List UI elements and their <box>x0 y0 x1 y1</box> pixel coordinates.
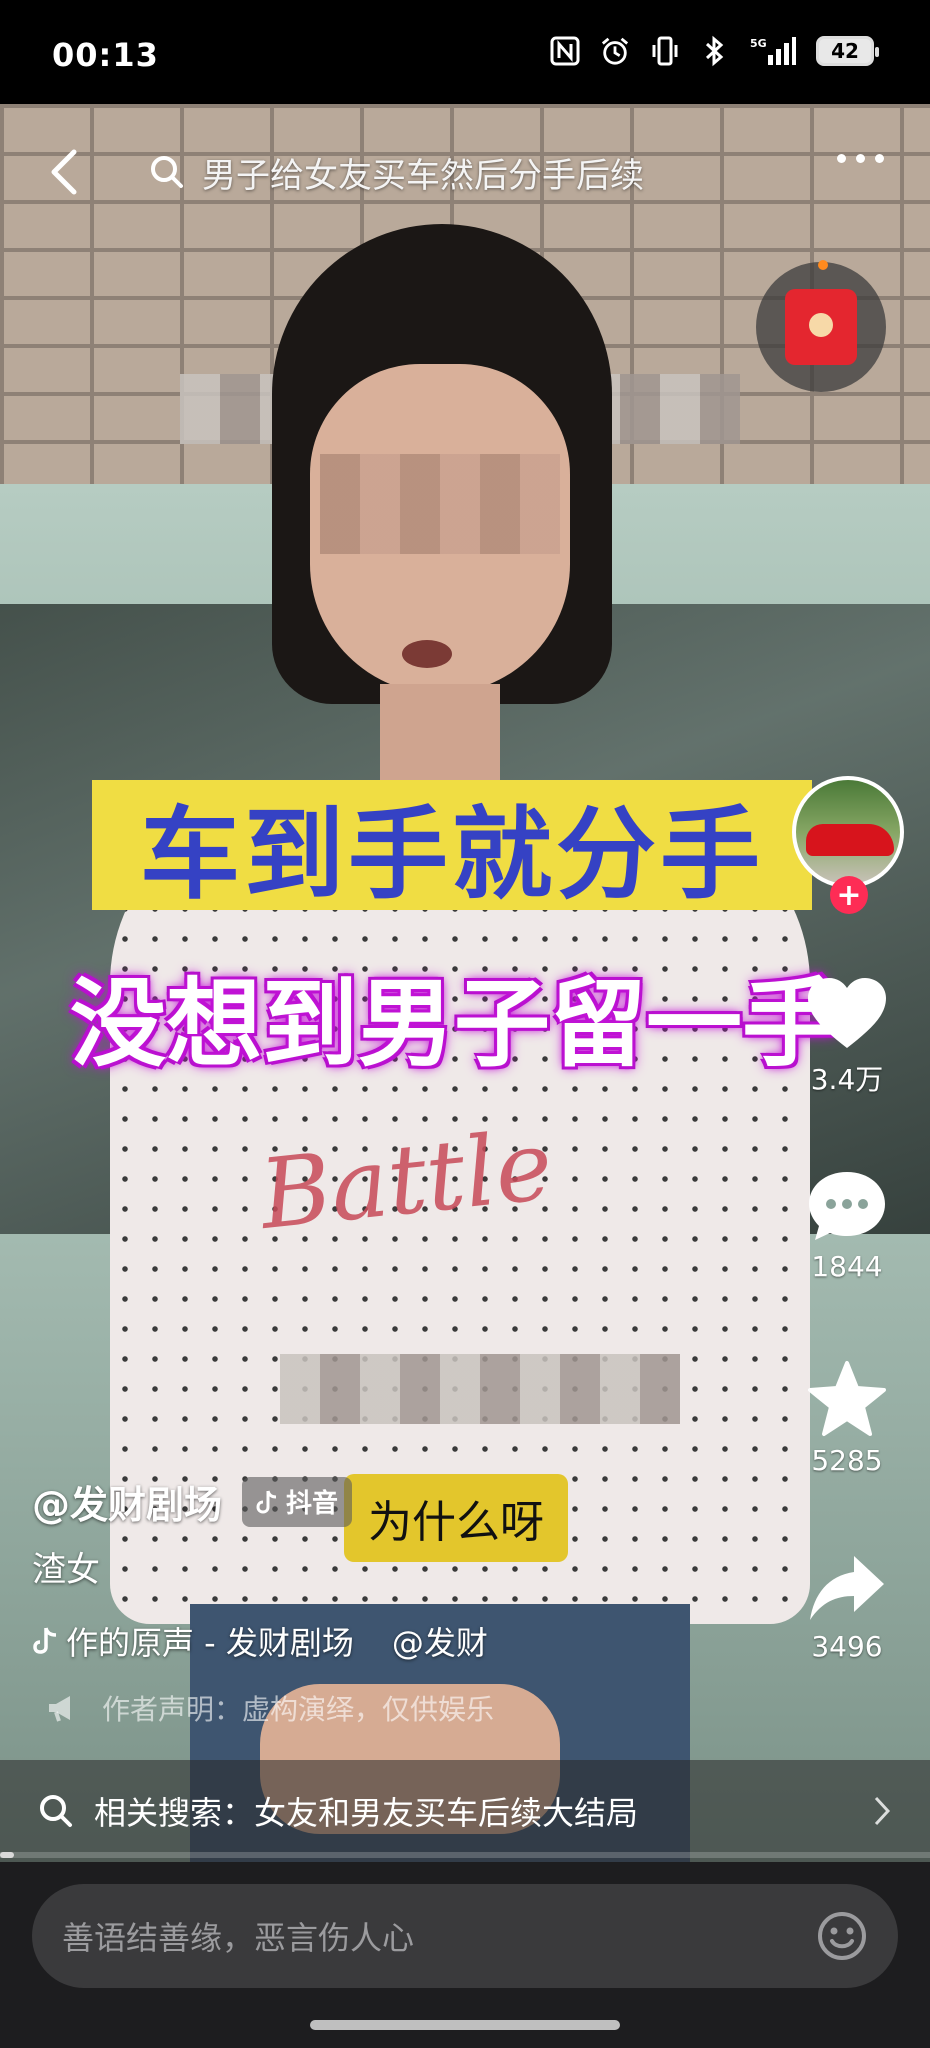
search-bar[interactable]: 男子给女友买车然后分手后续 <box>148 144 644 200</box>
vibrate-icon <box>650 34 680 68</box>
comment-button[interactable]: 1844 <box>792 1168 902 1283</box>
notification-dot <box>818 260 828 270</box>
emoji-icon[interactable] <box>816 1910 868 1962</box>
share-count: 3496 <box>811 1630 883 1663</box>
face-mosaic <box>320 454 560 554</box>
disclaimer-text: 作者声明：虚构演绎，仅供娱乐 <box>102 1693 495 1726</box>
video-description: 渣女 <box>32 1550 100 1590</box>
red-packet-button[interactable] <box>756 260 886 392</box>
red-envelope-icon <box>785 289 857 365</box>
megaphone-icon <box>49 1696 70 1722</box>
author-avatar[interactable] <box>792 776 904 888</box>
top-bar: 男子给女友买车然后分手后续 <box>0 104 930 244</box>
chevron-right-icon <box>874 1796 891 1826</box>
search-icon <box>151 156 183 188</box>
comment-input[interactable]: 善语结善缘，恶言伤人心 <box>32 1884 898 1988</box>
mosaic-blur <box>280 1354 680 1424</box>
share-button[interactable]: 3496 <box>792 1552 902 1663</box>
music-row[interactable]: 作的原声 - 发财剧场 @发财 <box>32 1618 552 1664</box>
video-caption-top: 车到手就分手 <box>92 780 812 913</box>
follow-button[interactable]: + <box>830 876 868 914</box>
search-icon <box>40 1795 72 1827</box>
platform-badge: 抖音 <box>242 1476 353 1527</box>
favorite-count: 5285 <box>811 1444 883 1477</box>
like-count: 3.4万 <box>810 1063 884 1096</box>
author-disclaimer: 作者声明：虚构演绎，仅供娱乐 <box>46 1688 494 1728</box>
author-row: @发财剧场 抖音 <box>32 1474 353 1529</box>
related-search-bar[interactable]: 相关搜索：女友和男友买车后续大结局 <box>0 1760 930 1862</box>
status-icons: 5G 42 <box>550 34 879 68</box>
related-search-text: 相关搜索：女友和男友买车后续大结局 <box>94 1794 639 1832</box>
comment-count: 1844 <box>811 1250 883 1283</box>
platform-badge-label: 抖音 <box>286 1489 339 1519</box>
music-mention: @发财 <box>391 1624 488 1662</box>
battery-indicator: 42 <box>816 36 879 66</box>
person-mouth <box>402 640 452 668</box>
author-name[interactable]: @发财剧场 <box>32 1474 222 1529</box>
share-arrow-icon <box>810 1556 884 1620</box>
comment-placeholder: 善语结善缘，恶言伤人心 <box>62 1919 415 1957</box>
music-title: 作的原声 - 发财剧场 <box>66 1624 354 1662</box>
more-options-icon[interactable] <box>837 154 884 163</box>
nfc-icon <box>550 34 580 68</box>
alarm-icon <box>600 34 630 68</box>
avatar-car-image <box>806 824 894 856</box>
music-note-icon <box>33 1627 57 1654</box>
svg-text:5G: 5G <box>750 37 767 50</box>
status-time: 00:13 <box>52 36 159 74</box>
back-arrow-icon[interactable] <box>40 144 96 200</box>
douyin-logo-icon <box>256 1490 277 1514</box>
search-query: 男子给女友买车然后分手后续 <box>202 155 644 196</box>
progress-fill <box>0 1852 14 1858</box>
home-indicator[interactable] <box>310 2020 620 2030</box>
video-progress-bar[interactable] <box>0 1852 930 1858</box>
comment-icon <box>809 1172 885 1240</box>
star-icon <box>808 1361 886 1436</box>
like-button[interactable]: 3.4万 <box>792 976 902 1098</box>
heart-icon <box>808 978 886 1048</box>
video-subtitle: 为什么呀 <box>344 1474 568 1562</box>
bluetooth-icon <box>700 34 730 68</box>
video-caption-bottom: 没想到男子留一手 <box>70 967 838 1080</box>
status-bar: 00:13 5G 42 <box>0 0 930 104</box>
signal-5g-icon: 5G <box>750 34 796 68</box>
favorite-button[interactable]: 5285 <box>792 1360 902 1477</box>
comment-bar: 善语结善缘，恶言伤人心 <box>0 1862 930 2048</box>
